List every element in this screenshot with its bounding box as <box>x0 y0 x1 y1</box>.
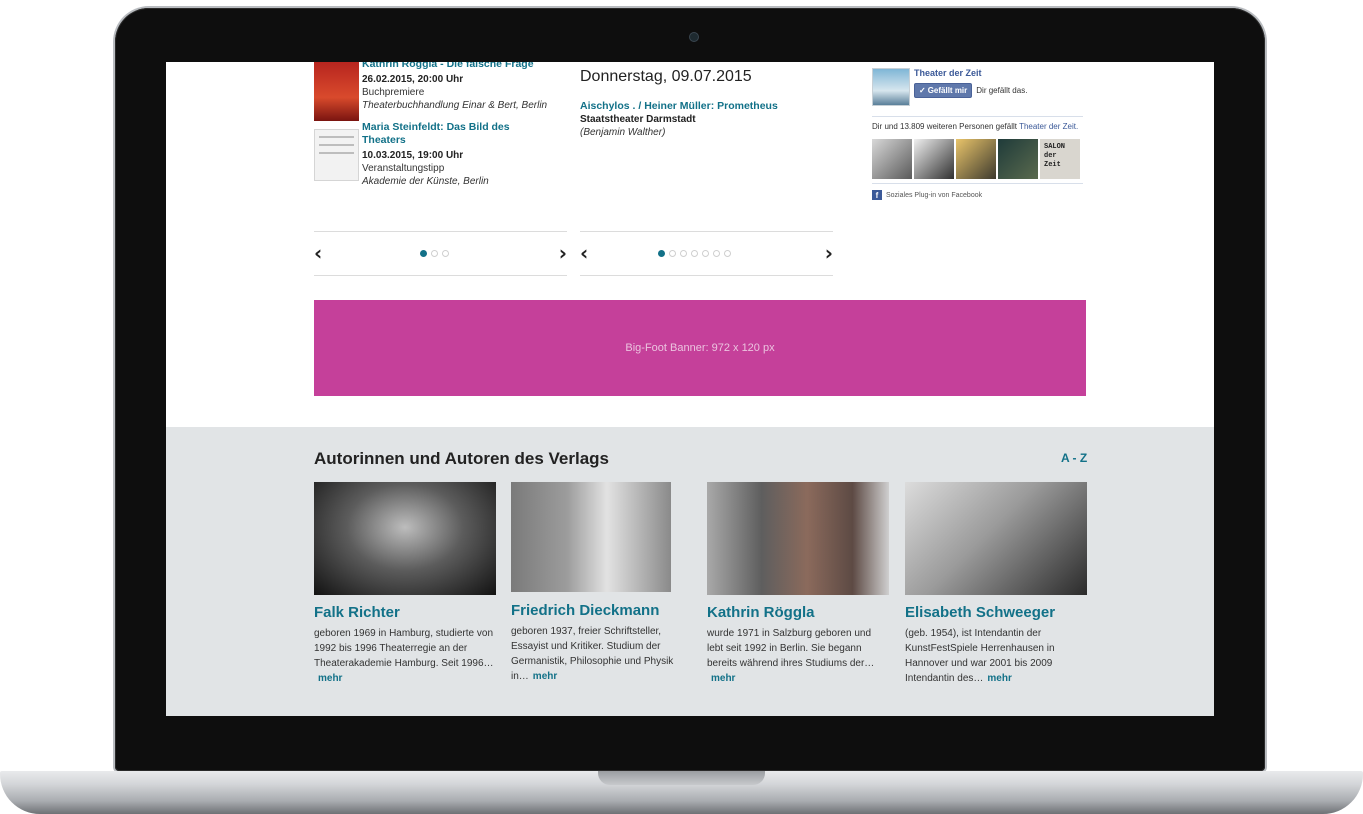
event-title-link[interactable]: Kathrin Röggla - Die falsche Frage <box>362 62 552 71</box>
banner-label: Big-Foot Banner: 972 x 120 px <box>625 342 775 354</box>
carousel-dot[interactable] <box>713 250 720 257</box>
checkmark-icon: ✓ <box>919 86 926 95</box>
author-photo[interactable] <box>905 482 1087 595</box>
carousel-dot[interactable] <box>442 250 449 257</box>
facebook-icon: f <box>872 190 882 200</box>
author-bio-text: geboren 1969 in Hamburg, studierte von 1… <box>314 628 494 669</box>
book-cover-image[interactable] <box>314 62 359 121</box>
chevron-right-icon[interactable]: › <box>825 243 833 263</box>
page-link[interactable]: Theater der Zeit. <box>1019 122 1078 131</box>
author-photo[interactable] <box>511 482 671 592</box>
like-button[interactable]: ✓ Gefällt mir <box>914 83 973 98</box>
author-card: Falk Richter geboren 1969 in Hamburg, st… <box>314 482 496 686</box>
fan-avatar[interactable] <box>956 139 996 179</box>
event-place: Theaterbuchhandlung Einar & Bert, Berlin <box>362 100 548 111</box>
author-bio-text: wurde 1971 in Salzburg geboren und lebt … <box>707 628 875 669</box>
author-bio: wurde 1971 in Salzburg geboren und lebt … <box>707 626 889 686</box>
carousel-dot[interactable] <box>658 250 665 257</box>
camera-icon <box>689 32 699 42</box>
fan-avatar[interactable] <box>872 139 912 179</box>
like-count-text: Dir und 13.809 weiteren Personen gefällt <box>872 122 1017 131</box>
facebook-page-name[interactable]: Theater der Zeit <box>914 68 1027 79</box>
carousel-dots <box>658 250 731 257</box>
chevron-left-icon[interactable]: ‹ <box>314 243 322 263</box>
event-title-link[interactable]: Maria Steinfeldt: Das Bild des Theaters <box>362 121 552 147</box>
event-item: Maria Steinfeldt: Das Bild des Theaters … <box>362 121 552 188</box>
author-card: Elisabeth Schweeger (geb. 1954), ist Int… <box>905 482 1087 686</box>
author-bio-text: (geb. 1954), ist Intendantin der KunstFe… <box>905 628 1055 684</box>
author-photo[interactable] <box>707 482 889 595</box>
carousel-dots <box>420 250 449 257</box>
events-carousel-nav: ‹ › <box>314 231 567 276</box>
chevron-right-icon[interactable]: › <box>559 243 567 263</box>
fan-avatar[interactable]: SALON der Zeit <box>1040 139 1080 179</box>
page-avatar[interactable] <box>872 68 910 106</box>
laptop-notch <box>598 771 765 785</box>
carousel-dot[interactable] <box>431 250 438 257</box>
author-name-link[interactable]: Elisabeth Schweeger <box>905 604 1087 622</box>
event-date: 26.02.2015, 20:00 Uhr <box>362 74 464 85</box>
author-name-link[interactable]: Kathrin Röggla <box>707 604 889 622</box>
like-button-label: Gefällt mir <box>927 86 968 95</box>
fan-avatar[interactable] <box>998 139 1038 179</box>
event-item: Kathrin Röggla - Die falsche Frage 26.02… <box>362 62 552 112</box>
event-place: Akademie der Künste, Berlin <box>362 176 489 187</box>
like-count: Dir und 13.809 weiteren Personen gefällt… <box>872 121 1083 132</box>
author-card: Kathrin Röggla wurde 1971 in Salzburg ge… <box>707 482 889 686</box>
author-name-link[interactable]: Falk Richter <box>314 604 496 622</box>
carousel-dot[interactable] <box>724 250 731 257</box>
events-column: Kathrin Röggla - Die falsche Frage 26.02… <box>362 62 552 188</box>
plugin-text[interactable]: Soziales Plug-in von Facebook <box>886 192 982 199</box>
event-type: Veranstaltungstipp <box>362 163 445 174</box>
event-type: Buchpremiere <box>362 87 425 98</box>
liked-text: Dir gefällt das. <box>976 86 1028 95</box>
performance-column: Donnerstag, 09.07.2015 Aischylos . / Hei… <box>580 68 840 139</box>
authors-section: Autorinnen und Autoren des Verlags A - Z… <box>166 427 1214 716</box>
more-link[interactable]: mehr <box>711 673 735 684</box>
book-cover-image[interactable] <box>314 129 359 181</box>
authors-heading: Autorinnen und Autoren des Verlags <box>314 449 610 468</box>
az-link[interactable]: A - Z <box>1061 451 1087 465</box>
carousel-dot[interactable] <box>680 250 687 257</box>
author-photo[interactable] <box>314 482 496 595</box>
browser-viewport: Kathrin Röggla - Die falsche Frage 26.02… <box>166 62 1214 716</box>
performance-person: (Benjamin Walther) <box>580 127 666 138</box>
author-bio: geboren 1969 in Hamburg, studierte von 1… <box>314 626 496 686</box>
performance-venue: Staatstheater Darmstadt <box>580 114 696 125</box>
more-link[interactable]: mehr <box>987 673 1011 684</box>
performance-carousel-nav: ‹ › <box>580 231 833 276</box>
day-heading: Donnerstag, 09.07.2015 <box>580 68 752 85</box>
carousel-dot[interactable] <box>691 250 698 257</box>
carousel-dot[interactable] <box>702 250 709 257</box>
chevron-left-icon[interactable]: ‹ <box>580 243 588 263</box>
more-link[interactable]: mehr <box>318 673 342 684</box>
fan-faces: SALON der Zeit <box>872 139 1083 179</box>
bigfoot-banner[interactable]: Big-Foot Banner: 972 x 120 px <box>314 300 1086 396</box>
author-bio: (geb. 1954), ist Intendantin der KunstFe… <box>905 626 1087 686</box>
author-bio: geboren 1937, freier Schriftsteller, Ess… <box>511 624 691 684</box>
more-link[interactable]: mehr <box>533 671 557 682</box>
carousel-dot[interactable] <box>669 250 676 257</box>
facebook-like-box: Theater der Zeit ✓ Gefällt mir Dir gefäl… <box>872 68 1083 200</box>
carousel-dot[interactable] <box>420 250 427 257</box>
author-card: Friedrich Dieckmann geboren 1937, freier… <box>511 482 673 684</box>
performance-title-link[interactable]: Aischylos . / Heiner Müller: Prometheus <box>580 100 840 113</box>
event-date: 10.03.2015, 19:00 Uhr <box>362 150 464 161</box>
fan-avatar[interactable] <box>914 139 954 179</box>
author-name-link[interactable]: Friedrich Dieckmann <box>511 602 671 620</box>
facebook-plugin-note: f Soziales Plug-in von Facebook <box>872 190 1083 200</box>
